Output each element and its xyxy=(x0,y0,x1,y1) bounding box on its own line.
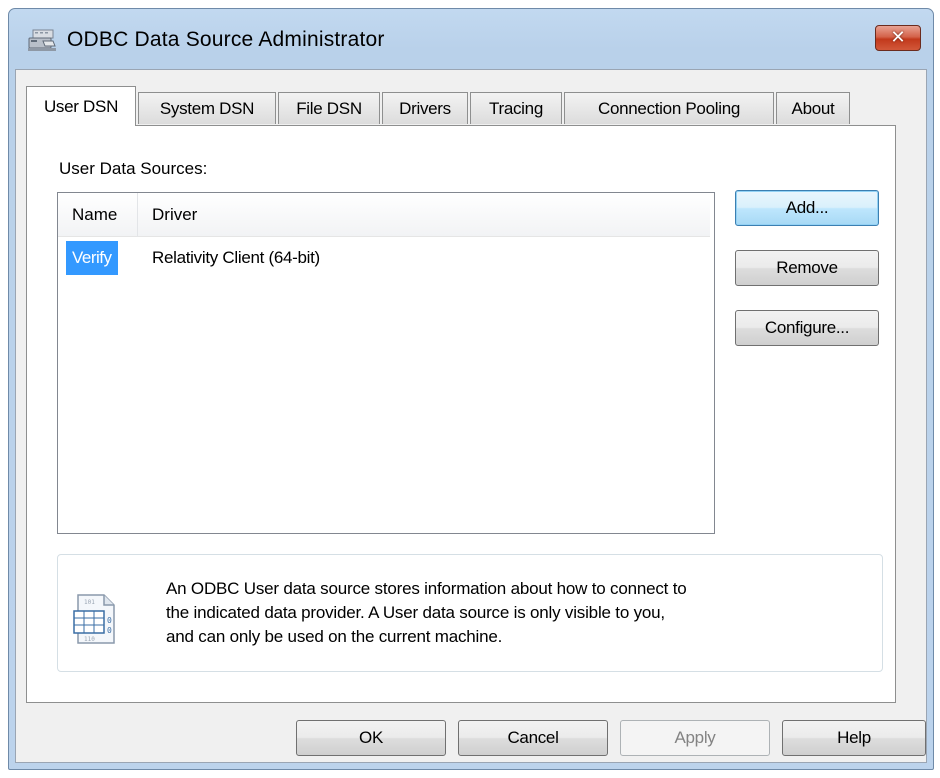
odbc-admin-window: ODBC Data Source Administrator ✕ User DS… xyxy=(8,8,934,770)
tab-system-dsn[interactable]: System DSN xyxy=(138,92,276,124)
column-header-driver[interactable]: Driver xyxy=(138,193,197,237)
dialog-client-area: User DSN System DSN File DSN Drivers Tra… xyxy=(15,69,927,763)
tab-user-dsn[interactable]: User DSN xyxy=(26,86,136,126)
data-source-driver-cell[interactable]: Relativity Client (64-bit) xyxy=(152,241,320,275)
info-box: 101 0 0 110 An ODBC User data source sto… xyxy=(57,554,883,672)
apply-button[interactable]: Apply xyxy=(620,720,770,756)
ok-button[interactable]: OK xyxy=(296,720,446,756)
column-header-name[interactable]: Name xyxy=(58,193,138,237)
tab-drivers[interactable]: Drivers xyxy=(382,92,468,124)
tab-tracing[interactable]: Tracing xyxy=(470,92,562,124)
close-icon: ✕ xyxy=(890,27,906,48)
configure-button[interactable]: Configure... xyxy=(735,310,879,346)
window-title: ODBC Data Source Administrator xyxy=(67,28,385,51)
list-header: Name Driver xyxy=(58,193,710,237)
svg-text:110: 110 xyxy=(84,636,95,643)
svg-text:0: 0 xyxy=(107,626,112,635)
list-item[interactable]: Verify Relativity Client (64-bit) xyxy=(58,241,708,275)
odbc-admin-icon xyxy=(28,29,56,51)
svg-text:101: 101 xyxy=(84,599,95,606)
user-data-sources-label: User Data Sources: xyxy=(59,159,208,178)
data-sources-list[interactable]: Name Driver Verify Relativity Client (64… xyxy=(57,192,715,534)
info-description: An ODBC User data source stores informat… xyxy=(166,579,687,646)
title-bar[interactable]: ODBC Data Source Administrator ✕ xyxy=(9,9,933,71)
add-button[interactable]: Add... xyxy=(735,190,879,226)
data-source-info-icon: 101 0 0 110 xyxy=(73,594,115,644)
cancel-button[interactable]: Cancel xyxy=(458,720,608,756)
tab-about[interactable]: About xyxy=(776,92,850,124)
tab-file-dsn[interactable]: File DSN xyxy=(278,92,380,124)
svg-text:0: 0 xyxy=(107,616,112,625)
close-button[interactable]: ✕ xyxy=(875,25,921,51)
tab-connection-pooling[interactable]: Connection Pooling xyxy=(564,92,774,124)
help-button[interactable]: Help xyxy=(782,720,926,756)
remove-button[interactable]: Remove xyxy=(735,250,879,286)
user-dsn-panel: User Data Sources: Name Driver Verify Re… xyxy=(26,125,896,703)
data-source-name-cell[interactable]: Verify xyxy=(66,241,118,275)
